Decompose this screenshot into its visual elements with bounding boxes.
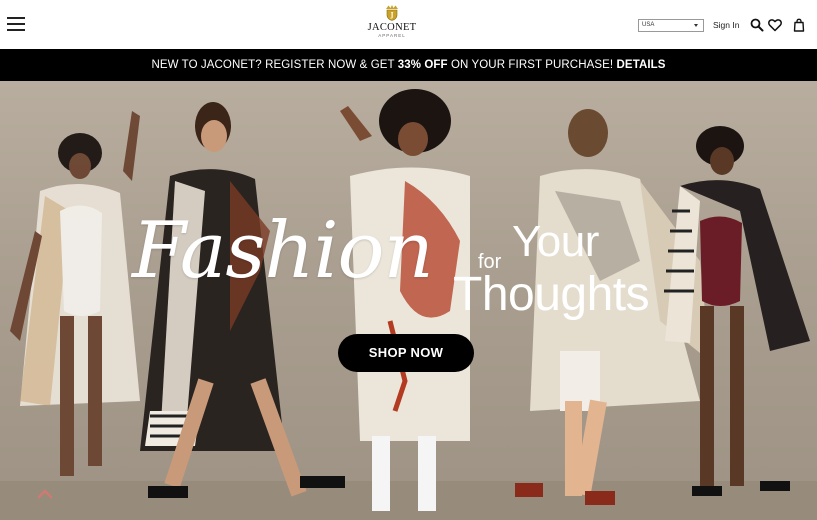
hero-headline-script: Fashion xyxy=(132,206,434,296)
crown-crest-icon: J xyxy=(386,5,398,21)
brand-logo[interactable]: J JACONET APPAREL xyxy=(362,4,422,46)
hamburger-line xyxy=(7,23,25,25)
model-figure xyxy=(340,89,470,511)
svg-text:J: J xyxy=(390,12,394,19)
search-icon[interactable] xyxy=(750,18,764,32)
hero-headline-thoughts: Thoughts xyxy=(453,268,650,321)
hero-models-image xyxy=(0,89,817,520)
hamburger-line xyxy=(7,29,25,31)
shopping-bag-icon[interactable] xyxy=(792,18,806,32)
country-select-value: USA xyxy=(642,22,655,28)
model-figure xyxy=(10,111,140,476)
country-select[interactable]: USA xyxy=(638,19,704,32)
site-header: J JACONET APPAREL USA Sign In xyxy=(0,0,817,49)
promo-discount: 33% OFF xyxy=(397,59,448,71)
chevron-up-icon[interactable] xyxy=(36,486,54,500)
heart-icon[interactable] xyxy=(768,18,782,32)
promo-text: NEW TO JACONET? REGISTER NOW & GET xyxy=(151,59,398,71)
promo-banner[interactable]: NEW TO JACONET? REGISTER NOW & GET 33% O… xyxy=(0,49,817,81)
chevron-down-icon xyxy=(694,24,698,27)
hamburger-line xyxy=(7,17,25,19)
model-figure xyxy=(140,102,345,498)
logo-name: JACONET xyxy=(367,22,417,33)
logo-subtitle: APPAREL xyxy=(378,33,406,38)
model-figure xyxy=(664,126,810,496)
promo-details-link[interactable]: DETAILS xyxy=(617,59,666,71)
shop-now-button[interactable]: SHOP NOW xyxy=(338,334,474,372)
hamburger-icon[interactable] xyxy=(7,17,25,31)
hero-headline-your: Your xyxy=(512,217,599,266)
promo-text-middle: ON YOUR FIRST PURCHASE! xyxy=(447,59,617,71)
sign-in-link[interactable]: Sign In xyxy=(713,19,739,31)
hero-banner[interactable]: Fashion Your for Thoughts SHOP NOW xyxy=(0,81,817,520)
